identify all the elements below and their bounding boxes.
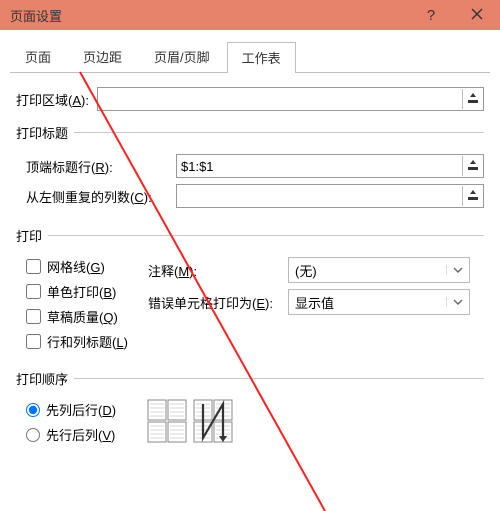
print-group: 打印 网格线(G) 单色打印(B) 草稿质量(Q): [16, 226, 484, 357]
errors-combo[interactable]: 显示值: [288, 289, 470, 315]
gridlines-checkbox[interactable]: [26, 259, 41, 274]
mono-checkbox[interactable]: [26, 284, 41, 299]
tab-sheet[interactable]: 工作表: [227, 42, 296, 73]
order-over-label: 先行后列(V): [46, 425, 115, 444]
tab-margins[interactable]: 页边距: [68, 41, 137, 72]
chevron-down-icon: [446, 297, 469, 307]
content: 打印区域(A): 打印标题 顶端标题行(R):: [0, 73, 500, 462]
order-down-radio-row[interactable]: 先列后行(D): [26, 400, 146, 419]
tab-bar: 页面 页边距 页眉/页脚 工作表: [10, 44, 490, 73]
collapse-icon: [467, 189, 479, 204]
gridlines-label: 网格线(G): [47, 257, 105, 276]
close-button[interactable]: [454, 0, 500, 30]
chevron-down-icon: [446, 265, 469, 275]
print-titles-group: 打印标题 顶端标题行(R): 从左侧重复的列数(C):: [16, 123, 484, 214]
gridlines-checkbox-row[interactable]: 网格线(G): [26, 257, 148, 276]
draft-checkbox-row[interactable]: 草稿质量(Q): [26, 307, 148, 326]
rowcol-label: 行和列标题(L): [47, 332, 128, 351]
errors-label: 错误单元格打印为(E):: [148, 293, 288, 312]
notes-label: 注释(M):: [148, 261, 288, 280]
left-col-input-wrap: [176, 184, 484, 208]
top-row-label: 顶端标题行(R):: [26, 157, 176, 176]
mono-label: 单色打印(B): [47, 282, 116, 301]
print-area-label: 打印区域(A):: [16, 90, 89, 109]
order-preview-icon: [146, 398, 236, 449]
help-button[interactable]: ?: [408, 0, 454, 30]
order-group: 打印顺序 先列后行(D) 先行后列(V): [16, 369, 484, 450]
print-titles-legend: 打印标题: [16, 123, 74, 142]
close-icon: [471, 7, 483, 24]
draft-label: 草稿质量(Q): [47, 307, 118, 326]
print-area-input-wrap: [97, 87, 484, 111]
top-row-input[interactable]: [177, 156, 462, 176]
order-down-label: 先列后行(D): [46, 400, 116, 419]
order-down-radio[interactable]: [26, 403, 40, 417]
left-col-input[interactable]: [177, 186, 462, 206]
errors-combo-value: 显示值: [289, 293, 446, 312]
notes-combo-value: (无): [289, 261, 446, 280]
collapse-icon: [467, 92, 479, 107]
top-row-input-wrap: [176, 154, 484, 178]
draft-checkbox[interactable]: [26, 309, 41, 324]
tab-header-footer[interactable]: 页眉/页脚: [139, 41, 225, 72]
notes-combo[interactable]: (无): [288, 257, 470, 283]
print-legend: 打印: [16, 226, 48, 245]
collapse-icon: [467, 159, 479, 174]
left-col-collapse-button[interactable]: [462, 186, 483, 206]
left-col-label: 从左侧重复的列数(C):: [26, 187, 176, 206]
window-title: 页面设置: [0, 6, 62, 25]
tab-page[interactable]: 页面: [10, 41, 66, 72]
rowcol-checkbox[interactable]: [26, 334, 41, 349]
title-bar: 页面设置 ?: [0, 0, 500, 30]
order-legend: 打印顺序: [16, 369, 74, 388]
top-row-collapse-button[interactable]: [462, 156, 483, 176]
rowcol-checkbox-row[interactable]: 行和列标题(L): [26, 332, 148, 351]
print-area-input[interactable]: [98, 89, 462, 109]
print-area-collapse-button[interactable]: [462, 89, 483, 109]
mono-checkbox-row[interactable]: 单色打印(B): [26, 282, 148, 301]
order-over-radio[interactable]: [26, 428, 40, 442]
order-over-radio-row[interactable]: 先行后列(V): [26, 425, 146, 444]
